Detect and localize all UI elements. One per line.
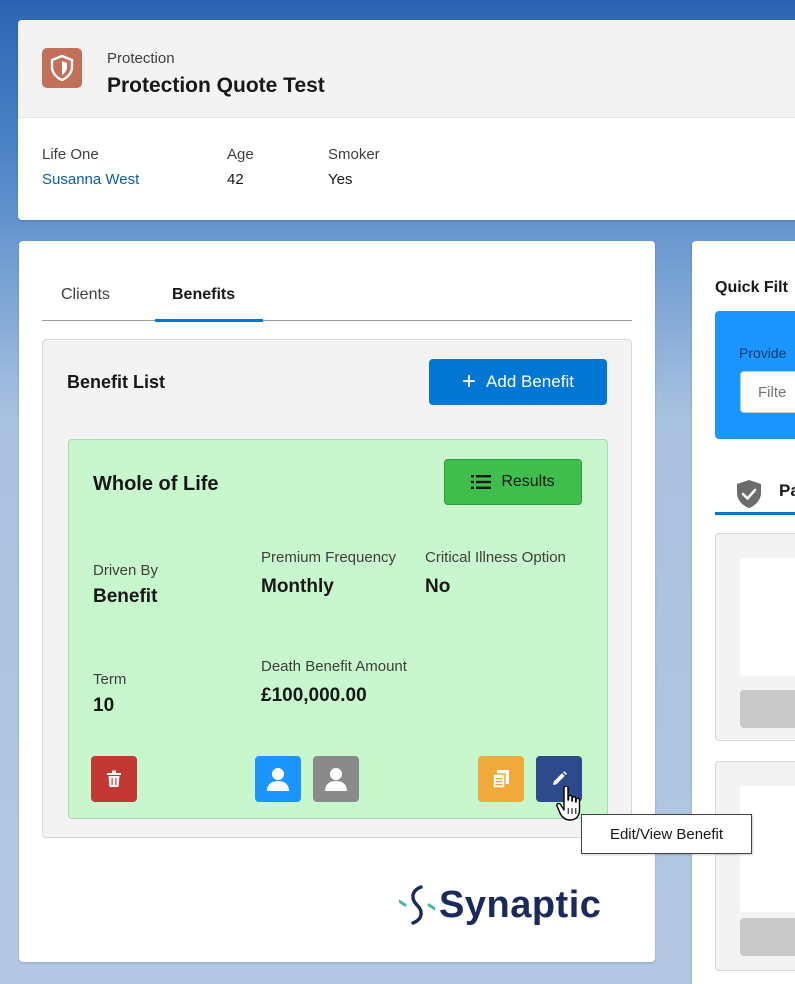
right-tab-label: Pa (779, 481, 795, 500)
provider-card (715, 761, 795, 971)
hand-cursor-icon (556, 786, 581, 821)
benefit-list-title: Benefit List (67, 372, 166, 392)
synaptic-logo-mark (399, 885, 435, 925)
quick-filter-box: Provide Filte (715, 311, 795, 439)
synaptic-logo: Synaptic (399, 881, 601, 929)
provider-label: Provide (739, 345, 787, 361)
delete-benefit-button[interactable] (91, 756, 137, 802)
logo-text: Synaptic (439, 883, 602, 926)
driven-by-label: Driven By (93, 562, 159, 579)
tab-clients[interactable]: Clients (61, 286, 110, 320)
tab-benefits[interactable]: Benefits (172, 286, 235, 320)
plus-icon: + (462, 368, 477, 395)
highlight-smoker: Smoker Yes (328, 146, 380, 188)
field-critical-illness: Critical Illness Option No (425, 545, 575, 598)
results-label: Results (501, 473, 555, 490)
main-panel: Clients Benefits Benefit List + Add Bene… (19, 241, 655, 962)
field-term: Term 10 (93, 667, 126, 717)
person-icon (325, 768, 347, 791)
copy-icon (492, 770, 509, 789)
driven-by-value: Benefit (93, 586, 158, 607)
term-label: Term (93, 671, 127, 688)
benefit-title: Whole of Life (93, 473, 219, 495)
provider-filter-placeholder: Filte (758, 384, 787, 401)
benefit-card: Whole of Life Results Driven By Benefit … (68, 439, 608, 819)
edit-benefit-tooltip: Edit/View Benefit (581, 814, 752, 854)
client-two-button[interactable] (313, 756, 359, 802)
results-button[interactable]: Results (444, 459, 582, 505)
add-benefit-button[interactable]: + Add Benefit (429, 359, 607, 405)
provider-filter-input[interactable]: Filte (740, 371, 795, 413)
active-tab-indicator (155, 319, 263, 322)
benefit-list-card: Benefit List + Add Benefit Whole of Life… (42, 339, 632, 838)
copy-benefit-button[interactable] (478, 756, 524, 802)
field-premium-frequency: Premium Frequency Monthly (261, 545, 411, 598)
critical-illness-label: Critical Illness Option (425, 549, 566, 566)
provider-card-body (740, 558, 795, 676)
age-value: 42 (227, 171, 244, 188)
provider-card-button[interactable] (740, 690, 795, 728)
object-type-label: Protection (107, 50, 175, 67)
term-value: 10 (93, 695, 115, 716)
highlight-life-one: Life One Susanna West (42, 146, 139, 188)
death-benefit-value: £100,000.00 (261, 685, 367, 706)
premium-frequency-label: Premium Frequency (261, 549, 397, 566)
quick-filter-title: Quick Filt (715, 279, 788, 296)
record-header-top: Protection Protection Quote Test (18, 20, 795, 118)
provider-card-button[interactable] (740, 918, 795, 956)
highlight-age: Age 42 (227, 146, 254, 188)
page-title: Protection Quote Test (107, 74, 325, 97)
tab-panel-right[interactable]: Pa (715, 469, 795, 515)
life-one-link[interactable]: Susanna West (42, 171, 139, 188)
age-label: Age (227, 146, 254, 163)
premium-frequency-value: Monthly (261, 576, 334, 597)
smoker-value: Yes (328, 171, 353, 188)
smoker-label: Smoker (328, 146, 380, 163)
client-one-button[interactable] (255, 756, 301, 802)
record-header: Protection Protection Quote Test Life On… (18, 20, 795, 220)
add-benefit-label: Add Benefit (486, 372, 574, 391)
provider-card (715, 533, 795, 741)
shield-check-icon (737, 480, 761, 508)
tab-bar: Clients Benefits (42, 281, 632, 322)
shield-icon (42, 48, 82, 88)
field-death-benefit: Death Benefit Amount £100,000.00 (261, 654, 411, 707)
list-icon (471, 475, 492, 489)
death-benefit-label: Death Benefit Amount (261, 658, 407, 675)
life-one-label: Life One (42, 146, 99, 163)
critical-illness-value: No (425, 576, 451, 597)
quick-filter-panel: Quick Filt Provide Filte Pa (692, 241, 795, 984)
trash-icon (107, 770, 121, 787)
person-icon (267, 768, 289, 791)
field-driven-by: Driven By Benefit (93, 558, 158, 608)
